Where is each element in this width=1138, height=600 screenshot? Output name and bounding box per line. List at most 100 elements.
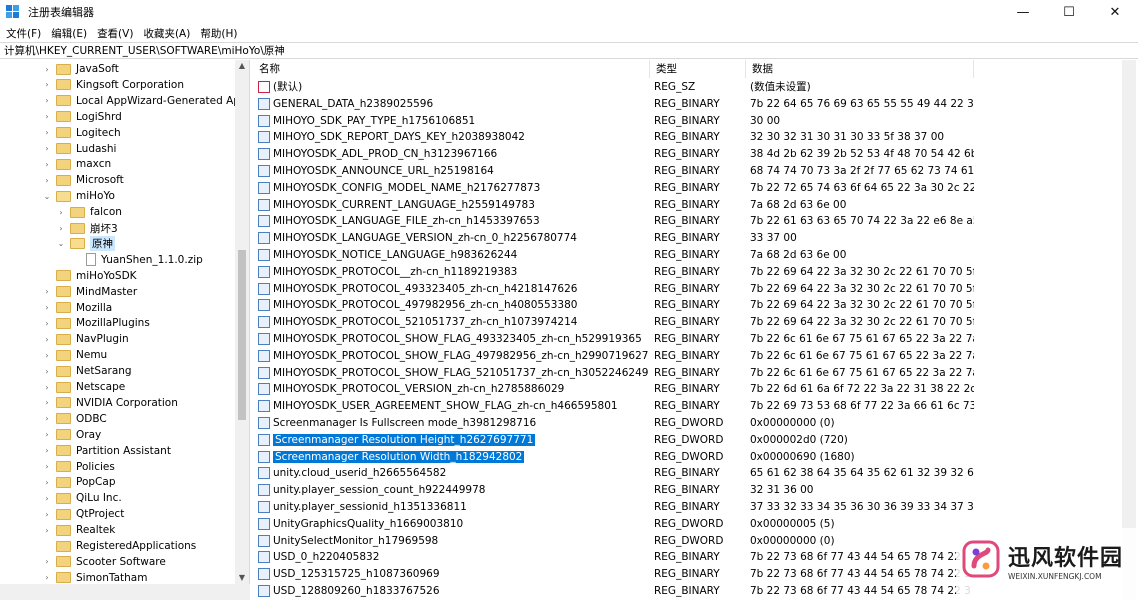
tree-item[interactable]: › Logitech [42, 125, 120, 141]
value-row[interactable]: MIHOYO_SDK_PAY_TYPE_h1756106851 REG_BINAR… [253, 113, 1138, 130]
chevron-right-icon[interactable]: › [42, 351, 52, 360]
chevron-right-icon[interactable]: › [42, 398, 52, 407]
tree-item[interactable]: › ODBC [42, 411, 106, 427]
value-row[interactable]: MIHOYOSDK_PROTOCOL__zh-cn_h1189219383 REG… [253, 264, 1138, 281]
chevron-right-icon[interactable]: › [42, 478, 52, 487]
value-row[interactable]: MIHOYOSDK_CURRENT_LANGUAGE_h2559149783 RE… [253, 197, 1138, 214]
tree-item[interactable]: ⌄ 原神 [56, 236, 115, 252]
tree-item[interactable]: › Partition Assistant [42, 443, 171, 459]
column-header-data[interactable]: 数据 [746, 60, 974, 78]
chevron-right-icon[interactable]: › [42, 303, 52, 312]
value-row[interactable]: MIHOYOSDK_PROTOCOL_SHOW_FLAG_493323405_z… [253, 331, 1138, 348]
tree-item[interactable]: › QtProject [42, 506, 124, 522]
tree-item[interactable]: › falcon [56, 204, 122, 220]
values-scrollbar[interactable] [1122, 60, 1136, 600]
tree-item[interactable]: RegisteredApplications [42, 538, 196, 554]
chevron-right-icon[interactable]: › [42, 160, 52, 169]
value-row[interactable]: MIHOYO_SDK_REPORT_DAYS_KEY_h2038938042 RE… [253, 129, 1138, 146]
tree-item[interactable]: › Policies [42, 459, 114, 475]
scroll-down-icon[interactable]: ▼ [235, 572, 249, 584]
chevron-right-icon[interactable]: › [42, 144, 52, 153]
chevron-right-icon[interactable]: › [42, 414, 52, 423]
tree-item[interactable]: › MozillaPlugins [42, 315, 149, 331]
value-row[interactable]: MIHOYOSDK_ANNOUNCE_URL_h25198164 REG_BINA… [253, 163, 1138, 180]
menu-file[interactable]: 文件(F) [2, 26, 47, 41]
minimize-button[interactable]: — [1000, 0, 1046, 24]
chevron-right-icon[interactable]: › [56, 208, 66, 217]
scroll-up-icon[interactable]: ▲ [235, 60, 249, 72]
tree-item[interactable]: › NetSarang [42, 363, 131, 379]
menu-view[interactable]: 查看(V) [93, 26, 139, 41]
tree-item[interactable]: › Realtek [42, 522, 115, 538]
menu-help[interactable]: 帮助(H) [196, 26, 243, 41]
chevron-right-icon[interactable]: › [42, 367, 52, 376]
value-row[interactable]: Screenmanager Resolution Width_h18294280… [253, 449, 1138, 466]
tree-item[interactable]: › Ludashi [42, 141, 116, 157]
chevron-right-icon[interactable]: › [42, 128, 52, 137]
chevron-right-icon[interactable]: › [42, 335, 52, 344]
tree-item[interactable]: › Nemu [42, 347, 107, 363]
tree-scrollbar[interactable]: ▲ ▼ [235, 60, 249, 584]
tree-item[interactable]: › Oray [42, 427, 101, 443]
value-row[interactable]: GENERAL_DATA_h2389025596 REG_BINARY 7b 22 … [253, 96, 1138, 113]
chevron-right-icon[interactable]: › [42, 510, 52, 519]
value-row[interactable]: MIHOYOSDK_ADL_PROD_CN_h3123967166 REG_BIN… [253, 146, 1138, 163]
value-row[interactable]: MIHOYOSDK_CONFIG_MODEL_NAME_h2176277873 R… [253, 180, 1138, 197]
chevron-right-icon[interactable]: › [42, 430, 52, 439]
tree-item[interactable]: › QiLu Inc. [42, 490, 121, 506]
value-row[interactable]: (默认) REG_SZ (数值未设置) [253, 79, 1138, 96]
tree-item[interactable]: › 崩坏3 [56, 220, 118, 236]
value-row[interactable]: MIHOYOSDK_LANGUAGE_VERSION_zh-cn_0_h2256… [253, 230, 1138, 247]
value-row[interactable]: MIHOYOSDK_PROTOCOL_SHOW_FLAG_521051737_z… [253, 365, 1138, 382]
chevron-right-icon[interactable]: › [42, 526, 52, 535]
value-row[interactable]: MIHOYOSDK_PROTOCOL_493323405_zh-cn_h4218… [253, 281, 1138, 298]
tree-item[interactable]: YuanShen_1.1.0.zip [70, 252, 203, 268]
tree-item[interactable]: › JavaSoft [42, 61, 119, 77]
tree-item[interactable]: › Mozilla [42, 300, 112, 316]
tree-item[interactable]: miHoYoSDK [42, 268, 137, 284]
chevron-right-icon[interactable]: › [42, 65, 52, 74]
key-tree-pane[interactable]: › JavaSoft › Kingsoft Corporation › Local App… [0, 60, 250, 600]
chevron-right-icon[interactable]: › [56, 224, 66, 233]
tree-item[interactable]: › Microsoft [42, 172, 123, 188]
chevron-right-icon[interactable]: › [42, 462, 52, 471]
chevron-right-icon[interactable]: › [42, 319, 52, 328]
tree-item[interactable]: › MindMaster [42, 284, 137, 300]
value-row[interactable]: MIHOYOSDK_NOTICE_LANGUAGE_h983626244 REG_… [253, 247, 1138, 264]
column-header-type[interactable]: 类型 [650, 60, 746, 78]
close-button[interactable]: ✕ [1092, 0, 1138, 24]
value-row[interactable]: MIHOYOSDK_PROTOCOL_VERSION_zh-cn_h278588… [253, 381, 1138, 398]
chevron-right-icon[interactable]: › [42, 557, 52, 566]
chevron-right-icon[interactable]: › [42, 573, 52, 582]
chevron-right-icon[interactable]: › [42, 112, 52, 121]
tree-item[interactable]: › Local AppWizard-Generated Applic [42, 93, 249, 109]
values-pane[interactable]: 名称 类型 数据 (默认) REG_SZ (数值未设置) GENERAL_DATA_h… [253, 60, 1138, 600]
chevron-right-icon[interactable]: › [42, 176, 52, 185]
value-row[interactable]: MIHOYOSDK_USER_AGREEMENT_SHOW_FLAG_zh-cn… [253, 398, 1138, 415]
tree-item[interactable]: › LogiShrd [42, 109, 121, 125]
tree-item[interactable]: › maxcn [42, 156, 111, 172]
address-bar[interactable]: 计算机\HKEY_CURRENT_USER\SOFTWARE\miHoYo\原神 [0, 42, 1138, 59]
chevron-down-icon[interactable]: ⌄ [56, 239, 66, 248]
value-row[interactable]: unity.player_sessionid_h1351336811 REG_BI… [253, 499, 1138, 516]
menu-edit[interactable]: 编辑(E) [47, 26, 93, 41]
chevron-right-icon[interactable]: › [42, 96, 52, 105]
menu-favorites[interactable]: 收藏夹(A) [139, 26, 196, 41]
tree-item[interactable]: › Netscape [42, 379, 125, 395]
value-row[interactable]: unity.player_session_count_h922449978 REG… [253, 482, 1138, 499]
tree-item[interactable]: › Kingsoft Corporation [42, 77, 184, 93]
maximize-button[interactable]: ☐ [1046, 0, 1092, 24]
value-row[interactable]: MIHOYOSDK_PROTOCOL_SHOW_FLAG_497982956_z… [253, 348, 1138, 365]
tree-horizontal-scrollbar[interactable] [0, 584, 250, 600]
chevron-down-icon[interactable]: ⌄ [42, 192, 52, 201]
tree-item[interactable]: › NVIDIA Corporation [42, 395, 177, 411]
value-row[interactable]: unity.cloud_userid_h2665564582 REG_BINARY… [253, 465, 1138, 482]
tree-scroll-thumb[interactable] [238, 250, 246, 420]
value-row[interactable]: MIHOYOSDK_LANGUAGE_FILE_zh-cn_h145339765… [253, 213, 1138, 230]
chevron-right-icon[interactable]: › [42, 494, 52, 503]
tree-item[interactable]: › Scooter Software [42, 554, 165, 570]
chevron-right-icon[interactable]: › [42, 287, 52, 296]
value-row[interactable]: MIHOYOSDK_PROTOCOL_497982956_zh-cn_h4080… [253, 297, 1138, 314]
column-header-name[interactable]: 名称 [253, 60, 650, 78]
tree-item[interactable]: › NavPlugin [42, 331, 128, 347]
